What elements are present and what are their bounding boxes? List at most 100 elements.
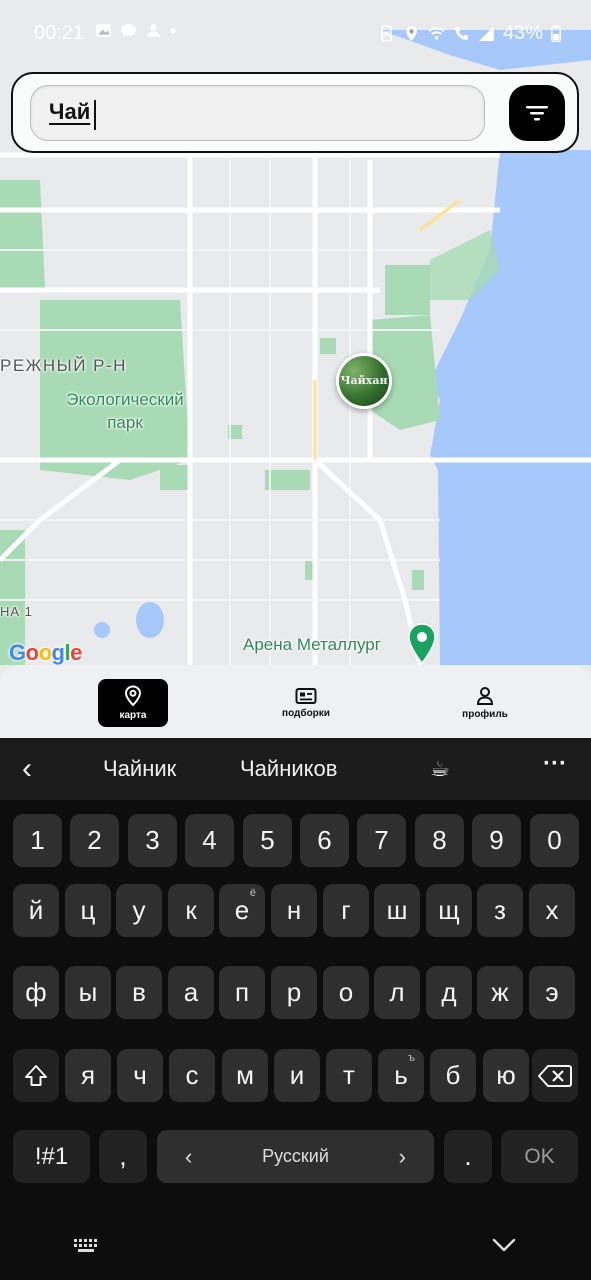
- key-row3-5[interactable]: т: [326, 1049, 372, 1102]
- key-label: э: [545, 977, 559, 1007]
- more-options-button[interactable]: ···: [543, 750, 567, 778]
- key-row_numbers-4[interactable]: 5: [243, 814, 292, 867]
- suggestion-item[interactable]: Чайников: [240, 756, 337, 782]
- arena-label[interactable]: Арена Металлург: [243, 635, 381, 655]
- filter-button[interactable]: [509, 85, 565, 141]
- key-row3-8[interactable]: ю: [483, 1049, 529, 1102]
- suggestion-emoji[interactable]: ☕: [430, 756, 450, 782]
- nav-item-label: карта: [119, 710, 147, 721]
- shift-key[interactable]: [13, 1049, 59, 1102]
- keyboard: 1234567890 йцу кеёнгшщзх фывапролджэ ячсм…: [0, 800, 591, 1200]
- key-row2-1[interactable]: ы: [65, 966, 111, 1019]
- key-row1-3[interactable]: к: [168, 884, 214, 937]
- key-row_numbers-6[interactable]: 7: [357, 814, 406, 867]
- shift-icon: [25, 1064, 47, 1086]
- key-row_numbers-1[interactable]: 2: [70, 814, 119, 867]
- key-label: 5: [260, 825, 275, 855]
- chat-icon: [121, 24, 136, 37]
- key-row3-1[interactable]: ч: [117, 1049, 163, 1102]
- key-row2-6[interactable]: о: [323, 966, 369, 1019]
- suggestion-item[interactable]: Чайник: [103, 756, 176, 782]
- key-row3-3[interactable]: м: [222, 1049, 268, 1102]
- keyboard-toggle-icon[interactable]: [73, 1238, 101, 1254]
- key-row2-2[interactable]: в: [116, 966, 162, 1019]
- key-row1-9[interactable]: з: [477, 884, 523, 937]
- key-row_numbers-2[interactable]: 3: [128, 814, 177, 867]
- key-label: к: [185, 895, 197, 925]
- key-label: ю: [496, 1060, 516, 1090]
- signal-icon: [479, 26, 494, 41]
- key-row1-5[interactable]: н: [271, 884, 317, 937]
- key-row1-1[interactable]: ц: [65, 884, 111, 937]
- key-row3-7[interactable]: б: [430, 1049, 476, 1102]
- key-row3-4[interactable]: и: [274, 1049, 320, 1102]
- key-label: я: [80, 1060, 96, 1090]
- google-logo-letter: e: [70, 640, 82, 665]
- key-label: 0: [547, 825, 562, 855]
- key-label: у: [132, 895, 146, 925]
- key-row1-10[interactable]: х: [529, 884, 575, 937]
- key-row_numbers-5[interactable]: 6: [300, 814, 349, 867]
- key-row3-6[interactable]: ьъ: [378, 1049, 424, 1102]
- google-logo: Google: [9, 640, 82, 666]
- key-label: о: [338, 977, 354, 1007]
- key-row2-7[interactable]: л: [374, 966, 420, 1019]
- key-label: ь: [394, 1060, 408, 1090]
- district2-label: НА 1: [0, 604, 33, 619]
- key-label: ш: [386, 895, 408, 925]
- space-key[interactable]: ‹ Русский ›: [157, 1130, 434, 1183]
- nav-item-map[interactable]: карта: [98, 679, 168, 727]
- search-panel: Чай: [11, 72, 579, 153]
- key-row1-0[interactable]: й: [13, 884, 59, 937]
- key-row2-10[interactable]: э: [529, 966, 575, 1019]
- key-row_numbers-3[interactable]: 4: [185, 814, 234, 867]
- key-row2-3[interactable]: а: [168, 966, 214, 1019]
- ok-key[interactable]: OK: [501, 1130, 578, 1183]
- key-row_numbers-8[interactable]: 9: [472, 814, 521, 867]
- period-key[interactable]: .: [444, 1130, 492, 1183]
- district-label: РЕЖНЫЙ Р-Н: [0, 356, 127, 375]
- key-row2-0[interactable]: ф: [13, 966, 59, 1019]
- key-label: 1: [30, 825, 45, 855]
- nav-item-profile[interactable]: профиль: [452, 679, 518, 727]
- key-row_numbers-7[interactable]: 8: [415, 814, 464, 867]
- place-marker[interactable]: Чайхан: [336, 353, 392, 409]
- key-label: в: [132, 977, 146, 1007]
- key-row2-8[interactable]: д: [426, 966, 472, 1019]
- gallery-icon: [96, 24, 111, 37]
- key-row1-4[interactable]: её: [219, 884, 265, 937]
- key-row3-2[interactable]: с: [169, 1049, 215, 1102]
- key-row1-7[interactable]: ш: [374, 884, 420, 937]
- key-label: н: [286, 895, 302, 925]
- dot-icon: [170, 28, 176, 33]
- key-row2-5[interactable]: р: [271, 966, 317, 1019]
- text-cursor: [94, 100, 96, 130]
- wifi-icon: [428, 27, 445, 40]
- park-label[interactable]: Экологический парк: [40, 388, 210, 434]
- backspace-key[interactable]: [532, 1049, 578, 1102]
- person-icon: [147, 24, 160, 37]
- nav-item-collections[interactable]: подборки: [270, 679, 342, 727]
- nav-item-label: профиль: [462, 709, 508, 720]
- key-row2-4[interactable]: п: [219, 966, 265, 1019]
- google-logo-letter: o: [25, 640, 39, 665]
- key-row_numbers-9[interactable]: 0: [530, 814, 579, 867]
- key-row2-9[interactable]: ж: [477, 966, 523, 1019]
- key-row_numbers-0[interactable]: 1: [13, 814, 62, 867]
- map-pin-marker-icon[interactable]: [408, 623, 436, 665]
- key-row1-6[interactable]: г: [323, 884, 369, 937]
- key-row1-2[interactable]: у: [116, 884, 162, 937]
- hide-keyboard-chevron-icon[interactable]: [492, 1237, 516, 1253]
- key-row3-0[interactable]: я: [65, 1049, 111, 1102]
- suggestions-back-button[interactable]: ‹: [22, 752, 32, 786]
- key-label: х: [545, 895, 559, 925]
- symbols-key[interactable]: !#1: [13, 1130, 90, 1183]
- search-input[interactable]: Чай: [30, 85, 485, 141]
- key-label: 8: [432, 825, 447, 855]
- key-row1-8[interactable]: щ: [426, 884, 472, 937]
- google-logo-letter: g: [51, 640, 65, 665]
- comma-key[interactable]: ,: [99, 1130, 147, 1183]
- battery-percent: 43%: [502, 22, 543, 44]
- key-label: д: [441, 977, 457, 1007]
- key-secondary-label: ъ: [408, 1052, 415, 1064]
